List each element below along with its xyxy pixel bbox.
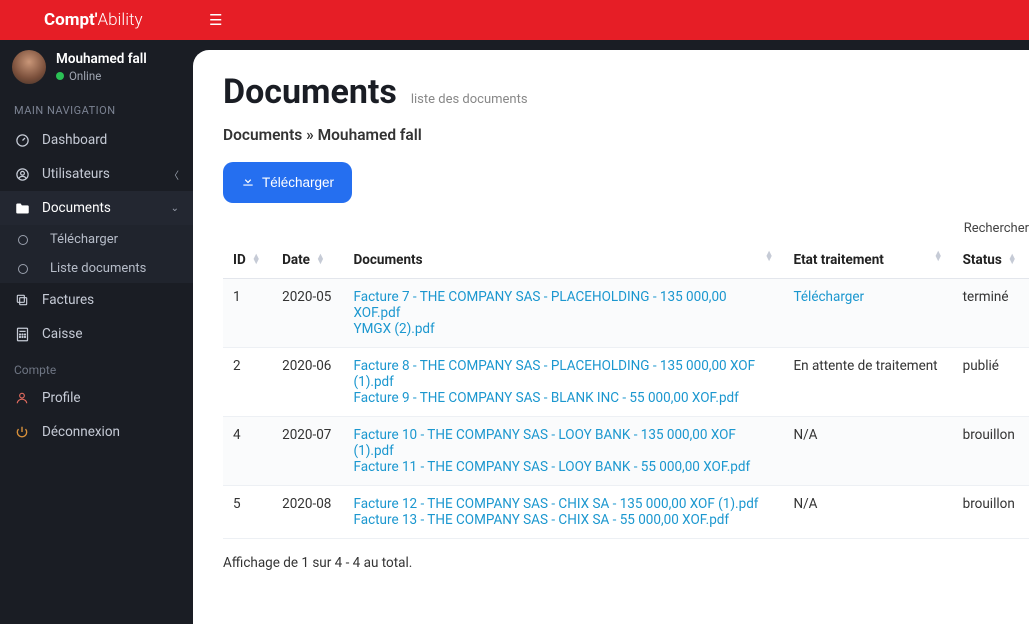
cell-status: publié — [953, 348, 1029, 417]
avatar[interactable] — [12, 50, 46, 84]
cell-etat: N/A — [783, 486, 952, 539]
download-icon — [241, 174, 255, 191]
brand-light: Ability — [98, 10, 143, 30]
cell-etat: N/A — [783, 417, 952, 486]
sort-icon: ▲▼ — [316, 255, 325, 266]
sort-icon: ▲▼ — [1008, 255, 1017, 266]
sidebar-item-label: Dashboard — [42, 132, 107, 148]
sidebar-item-invoices[interactable]: Factures — [0, 283, 193, 317]
circle-icon — [18, 264, 28, 274]
cell-etat: Télécharger — [783, 279, 952, 348]
documents-table: ID▲▼ Date▲▼ Documents▲▼ Etat traitement▲… — [223, 242, 1029, 539]
chevron-left-icon: 〈 — [169, 167, 179, 182]
brand[interactable]: Compt'Ability — [0, 0, 193, 40]
calculator-icon — [14, 327, 30, 342]
sidebar-item-label: Factures — [42, 292, 94, 308]
main-content: Documents liste des documents Documents … — [193, 50, 1029, 624]
sidebar-item-users[interactable]: Utilisateurs 〈 — [0, 157, 193, 191]
sidebar-subitem-download[interactable]: Télécharger — [0, 225, 193, 254]
topbar: Compt'Ability ☰ — [0, 0, 1029, 40]
document-link[interactable]: Facture 8 - THE COMPANY SAS - PLACEHOLDI… — [353, 358, 773, 390]
sidebar-item-logout[interactable]: Déconnexion — [0, 415, 193, 449]
nav-heading: MAIN NAVIGATION — [0, 96, 193, 123]
power-icon — [14, 425, 30, 439]
etat-link[interactable]: Télécharger — [793, 289, 864, 305]
search-label: Rechercher — [223, 221, 1029, 236]
sort-icon: ▲▼ — [765, 252, 774, 263]
breadcrumb: Documents » Mouhamed fall — [223, 126, 1029, 144]
sidebar-item-documents[interactable]: Documents ⌄ — [0, 191, 193, 225]
cell-status: brouillon — [953, 417, 1029, 486]
user-status-label: Online — [69, 69, 101, 83]
sidebar-item-label: Liste documents — [50, 261, 146, 276]
cell-id: 2 — [223, 348, 272, 417]
cell-id: 4 — [223, 417, 272, 486]
cell-status: brouillon — [953, 486, 1029, 539]
col-id[interactable]: ID▲▼ — [223, 242, 272, 279]
sidebar-item-cash[interactable]: Caisse — [0, 317, 193, 351]
sidebar: Mouhamed fall Online MAIN NAVIGATION Das… — [0, 40, 193, 624]
folder-icon — [14, 202, 30, 215]
table-footer-count: Affichage de 1 sur 4 - 4 au total. — [223, 555, 1029, 571]
sidebar-subitem-list[interactable]: Liste documents — [0, 254, 193, 283]
user-panel: Mouhamed fall Online — [0, 40, 193, 96]
table-row: 22020-06 Facture 8 - THE COMPANY SAS - PL… — [223, 348, 1029, 417]
cell-id: 1 — [223, 279, 272, 348]
sidebar-item-dashboard[interactable]: Dashboard — [0, 123, 193, 157]
document-link[interactable]: Facture 9 - THE COMPANY SAS - BLANK INC … — [353, 390, 773, 406]
col-docs[interactable]: Documents▲▼ — [343, 242, 783, 279]
sidebar-item-profile[interactable]: Profile — [0, 381, 193, 415]
sort-icon: ▲▼ — [252, 255, 261, 266]
cell-docs: Facture 8 - THE COMPANY SAS - PLACEHOLDI… — [343, 348, 783, 417]
sidebar-item-label: Utilisateurs — [42, 166, 110, 182]
sidebar-item-label: Déconnexion — [42, 424, 120, 440]
menu-toggle-icon[interactable]: ☰ — [193, 11, 238, 29]
account-heading: Compte — [0, 351, 193, 381]
document-link[interactable]: Facture 12 - THE COMPANY SAS - CHIX SA -… — [353, 496, 773, 512]
document-link[interactable]: Facture 13 - THE COMPANY SAS - CHIX SA -… — [353, 512, 773, 528]
col-status[interactable]: Status▲▼ — [953, 242, 1029, 279]
sidebar-item-label: Caisse — [42, 326, 83, 342]
document-link[interactable]: Facture 7 - THE COMPANY SAS - PLACEHOLDI… — [353, 289, 773, 321]
online-dot-icon — [56, 72, 64, 80]
download-button[interactable]: Télécharger — [223, 162, 352, 203]
documents-subnav: Télécharger Liste documents — [0, 225, 193, 283]
download-button-label: Télécharger — [262, 175, 334, 190]
user-circle-icon — [14, 167, 30, 182]
cell-docs: Facture 7 - THE COMPANY SAS - PLACEHOLDI… — [343, 279, 783, 348]
sidebar-item-label: Profile — [42, 390, 81, 406]
document-link[interactable]: YMGX (2).pdf — [353, 321, 773, 337]
table-row: 42020-07 Facture 10 - THE COMPANY SAS - L… — [223, 417, 1029, 486]
cell-etat: En attente de traitement — [783, 348, 952, 417]
copy-icon — [14, 293, 30, 307]
document-link[interactable]: Facture 10 - THE COMPANY SAS - LOOY BANK… — [353, 427, 773, 459]
cell-date: 2020-06 — [272, 348, 343, 417]
cell-id: 5 — [223, 486, 272, 539]
col-date[interactable]: Date▲▼ — [272, 242, 343, 279]
circle-icon — [18, 235, 28, 245]
cell-date: 2020-07 — [272, 417, 343, 486]
page-title: Documents — [223, 72, 397, 112]
chevron-down-icon: ⌄ — [171, 203, 179, 214]
cell-docs: Facture 12 - THE COMPANY SAS - CHIX SA -… — [343, 486, 783, 539]
gauge-icon — [14, 133, 30, 148]
cell-status: terminé — [953, 279, 1029, 348]
user-status: Online — [56, 69, 147, 83]
cell-docs: Facture 10 - THE COMPANY SAS - LOOY BANK… — [343, 417, 783, 486]
sort-icon: ▲▼ — [934, 252, 943, 263]
cell-date: 2020-08 — [272, 486, 343, 539]
sidebar-item-label: Télécharger — [50, 232, 118, 247]
table-row: 12020-05 Facture 7 - THE COMPANY SAS - PL… — [223, 279, 1029, 348]
cell-date: 2020-05 — [272, 279, 343, 348]
brand-bold: Compt' — [44, 10, 98, 30]
page-subtitle: liste des documents — [411, 92, 528, 107]
document-link[interactable]: Facture 11 - THE COMPANY SAS - LOOY BANK… — [353, 459, 773, 475]
sidebar-item-label: Documents — [42, 200, 111, 216]
table-row: 52020-08 Facture 12 - THE COMPANY SAS - C… — [223, 486, 1029, 539]
person-icon — [14, 391, 30, 405]
col-etat[interactable]: Etat traitement▲▼ — [783, 242, 952, 279]
user-name: Mouhamed fall — [56, 51, 147, 67]
